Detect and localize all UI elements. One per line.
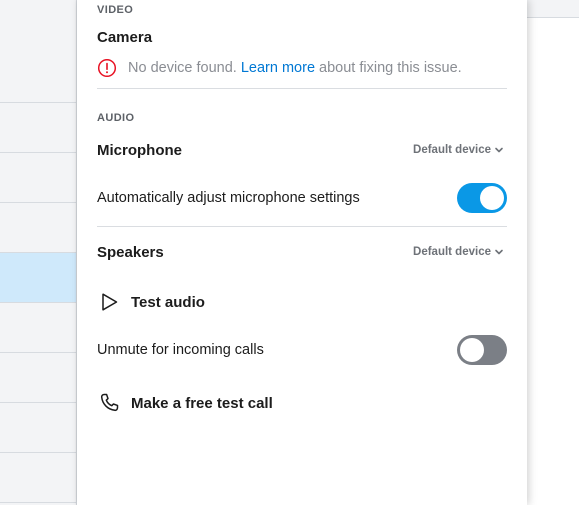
unmute-incoming-label: Unmute for incoming calls	[97, 342, 264, 358]
list-item-selected[interactable]	[0, 253, 76, 303]
notice-text: No device found.	[128, 60, 237, 76]
list-item[interactable]	[0, 303, 76, 353]
list-item[interactable]	[0, 453, 76, 503]
background-pane	[527, 0, 579, 505]
list-item[interactable]	[0, 203, 76, 253]
list-item[interactable]	[0, 103, 76, 153]
test-audio-button[interactable]: Test audio	[97, 290, 205, 314]
microphone-device-value: Default device	[413, 144, 491, 156]
toggle-knob	[480, 186, 504, 210]
divider	[97, 226, 507, 227]
divider	[97, 88, 507, 89]
play-icon	[97, 290, 121, 314]
test-audio-label: Test audio	[131, 293, 205, 311]
audio-video-settings-panel: VIDEO Camera No device found. Learn more…	[77, 0, 527, 505]
audio-section-label: AUDIO	[97, 112, 135, 124]
chevron-down-icon	[494, 247, 504, 257]
video-section-label: VIDEO	[97, 4, 134, 16]
microphone-title: Microphone	[97, 142, 182, 159]
speakers-title: Speakers	[97, 244, 164, 261]
learn-more-link[interactable]: Learn more	[241, 60, 315, 76]
speakers-device-dropdown[interactable]: Default device	[413, 246, 504, 258]
unmute-incoming-toggle[interactable]	[457, 335, 507, 365]
list-item[interactable]	[0, 353, 76, 403]
free-test-call-button[interactable]: Make a free test call	[97, 391, 273, 415]
notice-suffix: about fixing this issue.	[319, 60, 462, 76]
toggle-knob	[460, 338, 484, 362]
error-icon	[97, 58, 117, 78]
no-device-notice: No device found. Learn more about fixing…	[97, 58, 462, 78]
list-item[interactable]	[0, 153, 76, 203]
phone-icon	[97, 391, 121, 415]
chevron-down-icon	[494, 145, 504, 155]
speakers-device-value: Default device	[413, 246, 491, 258]
conversation-list	[0, 0, 77, 505]
list-item[interactable]	[0, 403, 76, 453]
list-item[interactable]	[0, 53, 76, 103]
free-test-call-label: Make a free test call	[131, 394, 273, 412]
camera-title: Camera	[97, 29, 153, 46]
background-header	[527, 0, 579, 18]
auto-adjust-mic-label: Automatically adjust microphone settings	[97, 190, 360, 206]
microphone-device-dropdown[interactable]: Default device	[413, 144, 504, 156]
auto-adjust-mic-toggle[interactable]	[457, 183, 507, 213]
